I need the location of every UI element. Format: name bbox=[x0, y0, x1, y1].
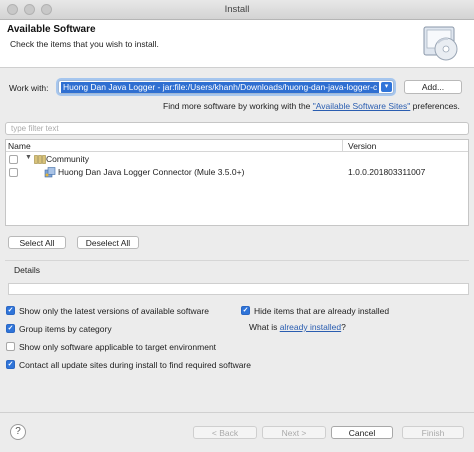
table-row[interactable]: Huong Dan Java Logger Connector (Mule 3.… bbox=[6, 166, 468, 179]
row-name: Community bbox=[46, 154, 89, 164]
hide-installed-label: Hide items that are already installed bbox=[254, 306, 390, 316]
latest-versions-checkbox[interactable]: ✓ bbox=[6, 306, 15, 315]
row-name: Huong Dan Java Logger Connector (Mule 3.… bbox=[58, 167, 245, 177]
install-cd-icon bbox=[418, 23, 462, 63]
group-category-checkbox[interactable]: ✓ bbox=[6, 324, 15, 333]
deselect-all-button[interactable]: Deselect All bbox=[77, 236, 139, 249]
select-all-button[interactable]: Select All bbox=[8, 236, 66, 249]
next-button[interactable]: Next > bbox=[262, 426, 326, 439]
cancel-button[interactable]: Cancel bbox=[331, 426, 393, 439]
more-software-hint: Find more software by working with the "… bbox=[163, 101, 460, 111]
latest-versions-label: Show only the latest versions of availab… bbox=[19, 306, 209, 316]
target-environment-label: Show only software applicable to target … bbox=[19, 342, 217, 352]
contact-sites-checkbox[interactable]: ✓ bbox=[6, 360, 15, 369]
page-title: Available Software bbox=[7, 24, 96, 35]
contact-sites-label: Contact all update sites during install … bbox=[19, 360, 251, 370]
footer-separator bbox=[0, 412, 474, 413]
chevron-down-icon[interactable]: ▼ bbox=[25, 154, 32, 161]
hide-installed-checkbox[interactable]: ✓ bbox=[241, 306, 250, 315]
details-area bbox=[8, 283, 469, 295]
more-software-suffix: preferences. bbox=[410, 101, 460, 111]
what-installed-suffix: ? bbox=[341, 322, 346, 332]
row-checkbox[interactable] bbox=[9, 155, 18, 164]
chevron-down-icon[interactable]: ▾ bbox=[381, 82, 392, 92]
help-icon[interactable]: ? bbox=[10, 424, 26, 440]
more-software-prefix: Find more software by working with the bbox=[163, 101, 313, 111]
what-installed-prefix: What is bbox=[249, 322, 280, 332]
group-category-label: Group items by category bbox=[19, 324, 112, 334]
filter-input[interactable]: type filter text bbox=[5, 122, 469, 135]
back-button[interactable]: < Back bbox=[193, 426, 257, 439]
target-environment-checkbox[interactable] bbox=[6, 342, 15, 351]
work-with-label: Work with: bbox=[9, 83, 49, 93]
details-separator bbox=[5, 260, 469, 261]
category-folder-icon bbox=[34, 155, 46, 166]
software-table: Name Version ▼ Community Huong Dan Java … bbox=[5, 139, 469, 226]
plugin-feature-icon bbox=[44, 167, 56, 180]
column-header-name[interactable]: Name bbox=[6, 140, 343, 152]
work-with-value: Huong Dan Java Logger - jar:file:/Users/… bbox=[61, 82, 379, 93]
add-site-button[interactable]: Add... bbox=[404, 80, 462, 94]
row-version: 1.0.0.201803311007 bbox=[348, 167, 426, 177]
row-checkbox[interactable] bbox=[9, 168, 18, 177]
available-software-sites-link[interactable]: "Available Software Sites" bbox=[313, 101, 411, 111]
page-subtitle: Check the items that you wish to install… bbox=[10, 39, 159, 49]
column-header-version[interactable]: Version bbox=[343, 140, 468, 152]
work-with-combo[interactable]: Huong Dan Java Logger - jar:file:/Users/… bbox=[58, 80, 394, 94]
table-row[interactable]: ▼ Community bbox=[6, 153, 468, 166]
details-label: Details bbox=[14, 265, 40, 275]
what-installed-text: What is already installed? bbox=[249, 322, 346, 332]
window-title: Install bbox=[224, 4, 250, 15]
finish-button[interactable]: Finish bbox=[402, 426, 464, 439]
already-installed-link[interactable]: already installed bbox=[280, 322, 341, 332]
